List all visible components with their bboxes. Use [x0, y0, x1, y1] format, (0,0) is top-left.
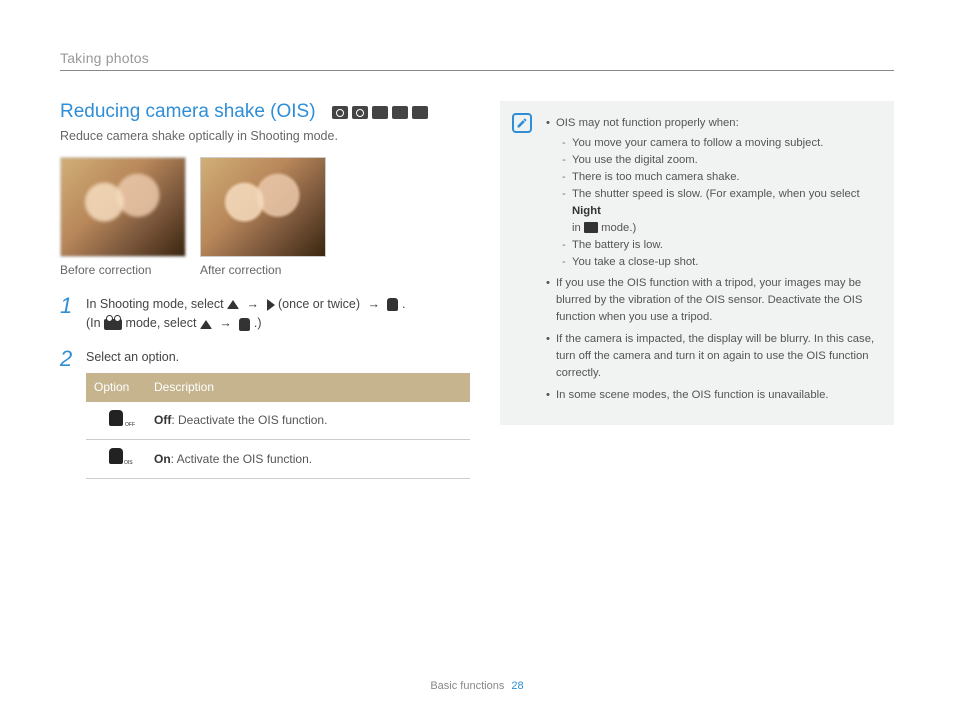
- ois-off-icon: [109, 410, 123, 426]
- note-sub-3b: mode.): [598, 222, 636, 234]
- note-item: OIS may not function properly when: You …: [546, 115, 878, 270]
- table-row: Off: Deactivate the OIS function.: [86, 402, 470, 440]
- after-photo: [200, 157, 326, 257]
- row-rest: : Deactivate the OIS function.: [171, 413, 327, 427]
- scene-mode-icon: [372, 106, 388, 119]
- arrow-icon: →: [367, 297, 380, 311]
- table-header-description: Description: [146, 373, 470, 402]
- step-1: 1 In Shooting mode, select → (once or tw…: [60, 295, 470, 334]
- note-sub-item: There is too much camera shake.: [562, 169, 878, 186]
- mode-icon-row: [332, 106, 428, 119]
- note-intro: OIS may not function properly when:: [556, 117, 739, 129]
- step-list: 1 In Shooting mode, select → (once or tw…: [60, 295, 470, 479]
- note-item: If you use the OIS function with a tripo…: [546, 275, 878, 326]
- section-title: Reducing camera shake (OIS): [60, 101, 316, 123]
- table-header-option: Option: [86, 373, 146, 402]
- camera-mode-icon: [332, 106, 348, 119]
- before-photo: [60, 157, 186, 257]
- note-sub-item: You take a close-up shot.: [562, 254, 878, 271]
- after-caption: After correction: [200, 263, 326, 277]
- dual-mode-icon: [392, 106, 408, 119]
- before-caption: Before correction: [60, 263, 186, 277]
- note-in-word: in: [572, 222, 584, 234]
- note-sub-item: The shutter speed is slow. (For example,…: [562, 186, 878, 237]
- note-sub-item: You use the digital zoom.: [562, 152, 878, 169]
- page-footer: Basic functions 28: [0, 680, 954, 692]
- step-1-text-b: (once or twice): [278, 297, 363, 311]
- section-subtitle: Reduce camera shake optically in Shootin…: [60, 129, 470, 143]
- before-block: Before correction: [60, 157, 186, 277]
- right-column: OIS may not function properly when: You …: [500, 101, 894, 493]
- step-2-body: Select an option. Option Description: [86, 348, 470, 479]
- footer-section: Basic functions: [430, 680, 504, 692]
- step-1-line2-c: .): [254, 316, 262, 330]
- pencil-note-icon: [516, 117, 528, 129]
- smart-mode-icon: [104, 319, 122, 330]
- step-1-text-a: In Shooting mode, select: [86, 297, 227, 311]
- table-cell-desc: On: Activate the OIS function.: [146, 440, 470, 479]
- scene-mode-inline-icon: [584, 222, 598, 233]
- step-1-text-c: .: [402, 297, 405, 311]
- up-triangle-icon: [227, 300, 239, 309]
- content-columns: Reducing camera shake (OIS) Reduce camer…: [60, 101, 894, 493]
- note-sublist: You move your camera to follow a moving …: [562, 135, 878, 271]
- arrow-icon: →: [247, 297, 260, 311]
- note-sub-3a: The shutter speed is slow. (For example,…: [572, 188, 860, 200]
- left-column: Reducing camera shake (OIS) Reduce camer…: [60, 101, 470, 493]
- row-bold: Off: [154, 413, 171, 427]
- photo-compare-row: Before correction After correction: [60, 157, 470, 277]
- section-heading-row: Reducing camera shake (OIS): [60, 101, 470, 123]
- arrow-icon: →: [219, 316, 232, 330]
- ois-on-icon: [109, 448, 123, 464]
- footer-page-number: 28: [511, 680, 523, 692]
- note-sub-item: You move your camera to follow a moving …: [562, 135, 878, 152]
- step-2: 2 Select an option. Option Description: [60, 348, 470, 479]
- after-block: After correction: [200, 157, 326, 277]
- note-item: In some scene modes, the OIS function is…: [546, 387, 878, 404]
- ois-hand-icon: [387, 298, 398, 311]
- step-2-text: Select an option.: [86, 348, 470, 367]
- up-triangle-icon: [200, 320, 212, 329]
- chevron-right-icon: [267, 299, 275, 311]
- note-sub-item: The battery is low.: [562, 237, 878, 254]
- note-icon: [512, 113, 532, 133]
- night-word: Night: [572, 205, 601, 217]
- note-item: If the camera is impacted, the display w…: [546, 331, 878, 382]
- ois-hand-icon: [239, 318, 250, 331]
- row-rest: : Activate the OIS function.: [171, 452, 312, 466]
- step-number: 2: [60, 348, 76, 479]
- breadcrumb: Taking photos: [60, 50, 894, 71]
- camera-plus-mode-icon: [352, 106, 368, 119]
- row-bold: On: [154, 452, 171, 466]
- step-1-line2-b: mode, select: [126, 316, 200, 330]
- step-1-body: In Shooting mode, select → (once or twic…: [86, 295, 405, 334]
- option-table: Option Description Off: Deactivate the O…: [86, 373, 470, 479]
- video-mode-icon: [412, 106, 428, 119]
- note-box: OIS may not function properly when: You …: [500, 101, 894, 425]
- step-number: 1: [60, 295, 76, 334]
- table-row: On: Activate the OIS function.: [86, 440, 470, 479]
- step-1-line2-a: (In: [86, 316, 104, 330]
- table-cell-desc: Off: Deactivate the OIS function.: [146, 402, 470, 440]
